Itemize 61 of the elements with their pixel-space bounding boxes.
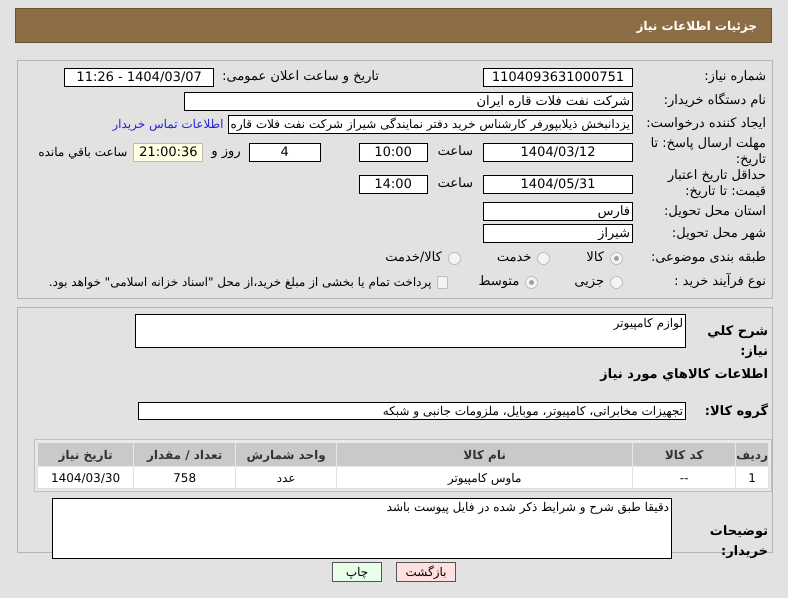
column-header: نام کالا xyxy=(336,442,633,466)
contact-link[interactable]: اطلاعات تماس خریدار xyxy=(112,115,224,133)
time-label: ساعت xyxy=(438,143,473,162)
field-label: توضیحات خریدار: xyxy=(708,523,768,560)
table-cell: 1 xyxy=(736,466,768,488)
days-label: روز و xyxy=(211,143,241,162)
checkbox[interactable] xyxy=(437,276,448,288)
input-field[interactable]: یزدانبخش ذیلابپورفر کارشناس خرید دفتر نمایندگی شیراز شرکت نفت فلات قاره xyxy=(228,114,633,134)
input-field[interactable]: لوازم کامپیوتر xyxy=(135,314,686,348)
option-label: خدمت xyxy=(496,249,532,268)
column-header: تاریخ نیاز xyxy=(38,442,134,466)
field-label: مهلت ارسال پاسخ: تا تاریخ: xyxy=(650,136,766,168)
field-label: گروه کالا: xyxy=(704,402,768,420)
radio-button[interactable] xyxy=(537,252,550,264)
column-header: ردیف xyxy=(736,442,768,466)
back-button[interactable]: بازگشت xyxy=(396,562,456,582)
table-cell: ماوس کامپیوتر xyxy=(336,466,633,488)
field-label: ایجاد کننده درخواست: xyxy=(645,116,766,132)
time-label: ساعت xyxy=(438,175,473,194)
option-label: متوسط xyxy=(478,273,520,292)
option-label: کالا xyxy=(586,249,604,268)
input-field[interactable]: 4 xyxy=(248,142,321,162)
page-title: جزئیات اطلاعات نیاز xyxy=(636,18,757,34)
option-label: جزیی xyxy=(574,273,604,292)
input-field[interactable]: فارس xyxy=(483,202,633,221)
field-label: نام دستگاه خریدار: xyxy=(662,93,766,109)
option-label: کالا/خدمت xyxy=(385,249,442,268)
input-field[interactable]: 10:00 xyxy=(358,142,428,162)
field-label: شهر محل تحویل: xyxy=(670,226,766,242)
input-field[interactable]: شیراز xyxy=(483,224,633,243)
field-label: شرح کلي نياز: xyxy=(706,323,768,360)
column-header: واحد شمارش xyxy=(236,442,337,466)
field-label: طبقه بندی موضوعی: xyxy=(650,249,766,268)
input-field[interactable]: 1404/05/31 xyxy=(483,174,633,194)
remaining-label: ساعت باقي مانده xyxy=(38,144,128,161)
table-cell: عدد xyxy=(236,466,337,488)
input-field[interactable]: 1404/03/07 - 11:26 xyxy=(64,68,214,86)
print-button[interactable]: چاپ xyxy=(332,562,382,582)
input-field[interactable]: 1104093631000751 xyxy=(483,68,633,86)
input-field[interactable]: 1404/03/12 xyxy=(483,142,633,162)
table-cell: 1404/03/30 xyxy=(38,466,134,488)
countdown-timer: 21:00:36 xyxy=(133,142,204,162)
field-label: تاریخ و ساعت اعلان عمومی: xyxy=(222,68,379,86)
input-field[interactable]: تجهیزات مخابراتی، کامپیوتر، موبایل، ملزومات جانبی و شبکه xyxy=(138,402,686,420)
radio-button[interactable] xyxy=(610,252,623,264)
radio-button[interactable] xyxy=(448,252,461,264)
section-heading: اطلاعات کالاهاي مورد نياز xyxy=(598,366,768,384)
payment-note: پرداخت تمام یا بخشی از مبلغ خرید،از محل "اسناد خزانه اسلامی" خواهد بود. xyxy=(48,274,432,291)
table-cell: -- xyxy=(632,466,736,488)
field-label: حداقل تاریخ اعتبار قیمت: تا تاریخ: xyxy=(666,168,766,200)
radio-button[interactable] xyxy=(610,276,623,288)
column-header: تعداد / مقدار xyxy=(134,442,236,466)
column-header: کد کالا xyxy=(632,442,736,466)
table-cell: 758 xyxy=(134,466,236,488)
radio-button[interactable] xyxy=(525,276,538,288)
field-label: نوع فرآیند خرید : xyxy=(673,272,766,292)
field-label: شماره نیاز: xyxy=(703,69,766,85)
input-field[interactable]: 14:00 xyxy=(358,174,428,194)
input-field[interactable]: شرکت نفت فلات قاره ایران xyxy=(184,92,633,110)
field-label: استان محل تحویل: xyxy=(663,204,766,220)
input-field[interactable]: دقیقا طبق شرح و شرایط ذکر شده در فایل پیوست باشد xyxy=(52,498,672,559)
